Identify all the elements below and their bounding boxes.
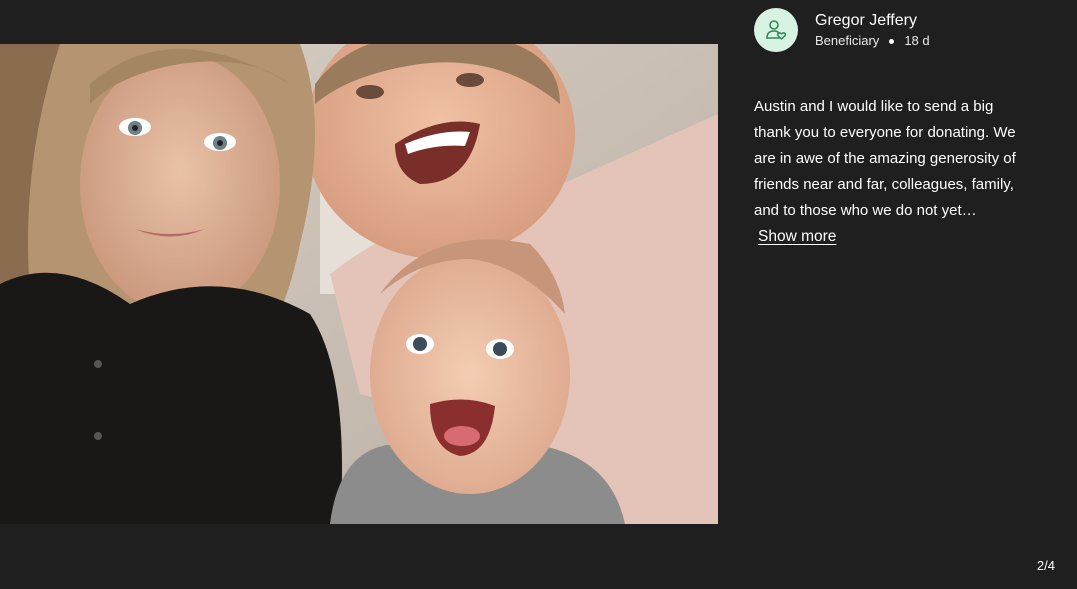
update-photo[interactable]: [0, 44, 718, 524]
update-body: Austin and I would like to send a big th…: [754, 98, 1016, 219]
author-row: Gregor Jeffery Beneficiary 18 d: [754, 8, 1054, 52]
separator-dot: [889, 38, 895, 44]
author-subtitle: Beneficiary 18 d: [815, 32, 930, 50]
post-age: 18 d: [904, 33, 930, 48]
avatar: [754, 8, 798, 52]
show-more-link[interactable]: Show more: [758, 226, 836, 248]
family-selfie-image: [0, 44, 718, 524]
user-heart-icon: [766, 20, 787, 40]
author-meta: Gregor Jeffery Beneficiary 18 d: [815, 10, 930, 50]
update-details: Gregor Jeffery Beneficiary 18 d Austin a…: [754, 8, 1054, 250]
gallery-counter: 2/4: [1036, 558, 1055, 573]
author-name: Gregor Jeffery: [815, 12, 917, 29]
author-role: Beneficiary: [815, 33, 880, 48]
update-text: Austin and I would like to send a big th…: [754, 94, 1034, 250]
photo-viewer: Gregor Jeffery Beneficiary 18 d Austin a…: [0, 0, 1077, 589]
